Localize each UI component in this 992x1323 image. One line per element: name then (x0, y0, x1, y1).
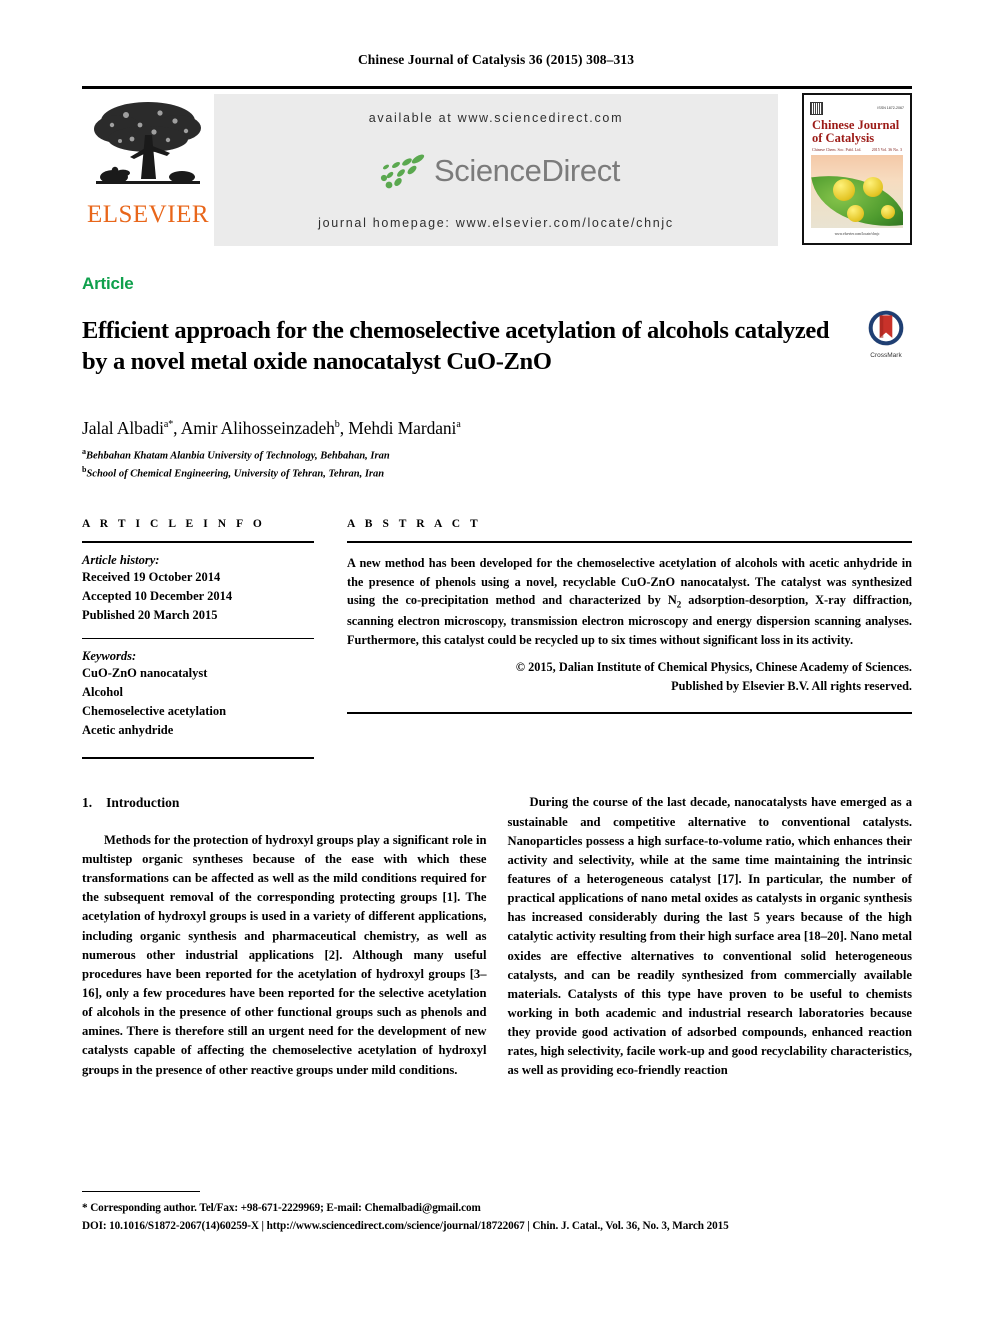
body-column-left: 1. Introduction Methods for the protectio… (82, 793, 487, 1080)
cover-issn: ISSN 1872-2067 (877, 106, 904, 110)
sciencedirect-logo: ScienceDirect (372, 151, 620, 191)
cover-artwork (811, 155, 903, 228)
abstract-bottom-rule (347, 711, 912, 714)
article-history-published: Published 20 March 2015 (82, 608, 218, 623)
author-1: Jalal Albadi (82, 417, 164, 438)
elsevier-logo: ELSEVIER (82, 89, 214, 227)
corresponding-author-note: * Corresponding author. Tel/Fax: +98-671… (82, 1201, 481, 1214)
journal-homepage-text: journal homepage: www.elsevier.com/locat… (318, 216, 674, 230)
article-history-label: Article history: (82, 553, 160, 568)
paper-page: Chinese Journal of Catalysis 36 (2015) 3… (0, 0, 992, 1323)
abstract-text: A new method has been developed for the … (347, 554, 912, 649)
article-info-rule (82, 541, 314, 544)
running-head: Chinese Journal of Catalysis 36 (2015) 3… (357, 52, 635, 67)
abstract-heading: A B S T R A C T (347, 518, 482, 531)
article-type-label: Article (82, 274, 134, 293)
cover-subtitle-left: Chinese Chem. Soc. Publ. Ltd. (812, 147, 862, 153)
author-2: Amir Alihosseinzadeh (180, 417, 335, 438)
article-history-accepted: Accepted 10 December 2014 (82, 589, 233, 604)
intro-paragraph-left: Methods for the protection of hydroxyl g… (82, 832, 487, 1077)
elsevier-wordmark: ELSEVIER (86, 201, 210, 228)
cover-publisher-mark-icon (810, 101, 823, 115)
abstract-column: A B S T R A C T A new method has been de… (347, 518, 912, 759)
keyword-3: Chemoselective acetylation (82, 704, 227, 719)
abstract-copyright-line1: © 2015, Dalian Institute of Chemical Phy… (515, 660, 912, 675)
author-3-sup: a (456, 418, 461, 430)
section-heading-introduction: 1. Introduction (82, 793, 487, 814)
sciencedirect-wordmark: ScienceDirect (433, 152, 621, 188)
journal-cover-thumbnail: ISSN 1872-2067 Chinese Journal of Cataly… (802, 93, 912, 245)
abstract-rule (347, 541, 912, 544)
author-list: Jalal Albadia*, Amir Alihosseinzadehb, M… (82, 417, 461, 438)
article-history-received: Received 19 October 2014 (82, 570, 221, 585)
cover-subtitle-right: 2015 Vol. 36 No. 3 (871, 147, 902, 153)
crossmark-icon (868, 310, 904, 346)
keyword-2: Alcohol (82, 685, 123, 700)
author-2-sup: b (334, 418, 340, 430)
cover-title-line2: of Catalysis (812, 131, 875, 146)
doi-line: DOI: 10.1016/S1872-2067(14)60259-X | htt… (82, 1219, 729, 1232)
affiliation-a-text: Behbahan Khatam Alanbia University of Te… (86, 450, 390, 462)
sciencedirect-banner: available at www.sciencedirect.com Scien… (214, 94, 778, 246)
affiliation-b-text: School of Chemical Engineering, Universi… (86, 468, 385, 480)
article-info-bottom-rule (82, 757, 314, 760)
keyword-1: CuO-ZnO nanocatalyst (82, 666, 208, 681)
abstract-copyright-line2: Published by Elsevier B.V. All rights re… (671, 678, 912, 693)
body-columns: 1. Introduction Methods for the protectio… (82, 793, 912, 1080)
journal-masthead: ELSEVIER available at www.sciencedirect.… (82, 86, 912, 252)
section-number: 1. (82, 795, 93, 811)
elsevier-tree-icon (94, 102, 201, 184)
keywords-label: Keywords: (82, 649, 137, 664)
cover-footer-url: www.elsevier.com/locate/chnjc (834, 232, 880, 236)
author-3: Mehdi Mardani (348, 417, 457, 438)
body-column-right: During the course of the last decade, na… (508, 793, 913, 1080)
page-title: Efficient approach for the chemoselectiv… (82, 317, 830, 375)
affiliation-list: aBehbahan Khatam Alanbia University of T… (82, 446, 912, 483)
author-1-sup: a* (163, 418, 174, 430)
crossmark-badge[interactable]: CrossMark (860, 300, 912, 359)
affiliation-b: bSchool of Chemical Engineering, Univers… (82, 464, 912, 482)
keyword-4: Acetic anhydride (82, 723, 174, 738)
footnote-rule (82, 1190, 200, 1192)
intro-paragraph-right: During the course of the last decade, na… (507, 795, 913, 1078)
cover-title: Chinese Journal of Catalysis (807, 118, 907, 145)
page-footer: * Corresponding author. Tel/Fax: +98-671… (82, 1190, 912, 1235)
article-info-column: A R T I C L E I N F O Article history: R… (82, 518, 314, 760)
section-title-text: Introduction (106, 795, 180, 811)
affiliation-a: aBehbahan Khatam Alanbia University of T… (82, 446, 912, 464)
crossmark-label: CrossMark (870, 352, 902, 359)
sciencedirect-leaf-icon (380, 154, 425, 188)
keywords-rule (82, 638, 314, 640)
article-info-heading: A R T I C L E I N F O (82, 518, 266, 531)
available-at-text: available at www.sciencedirect.com (368, 111, 624, 125)
